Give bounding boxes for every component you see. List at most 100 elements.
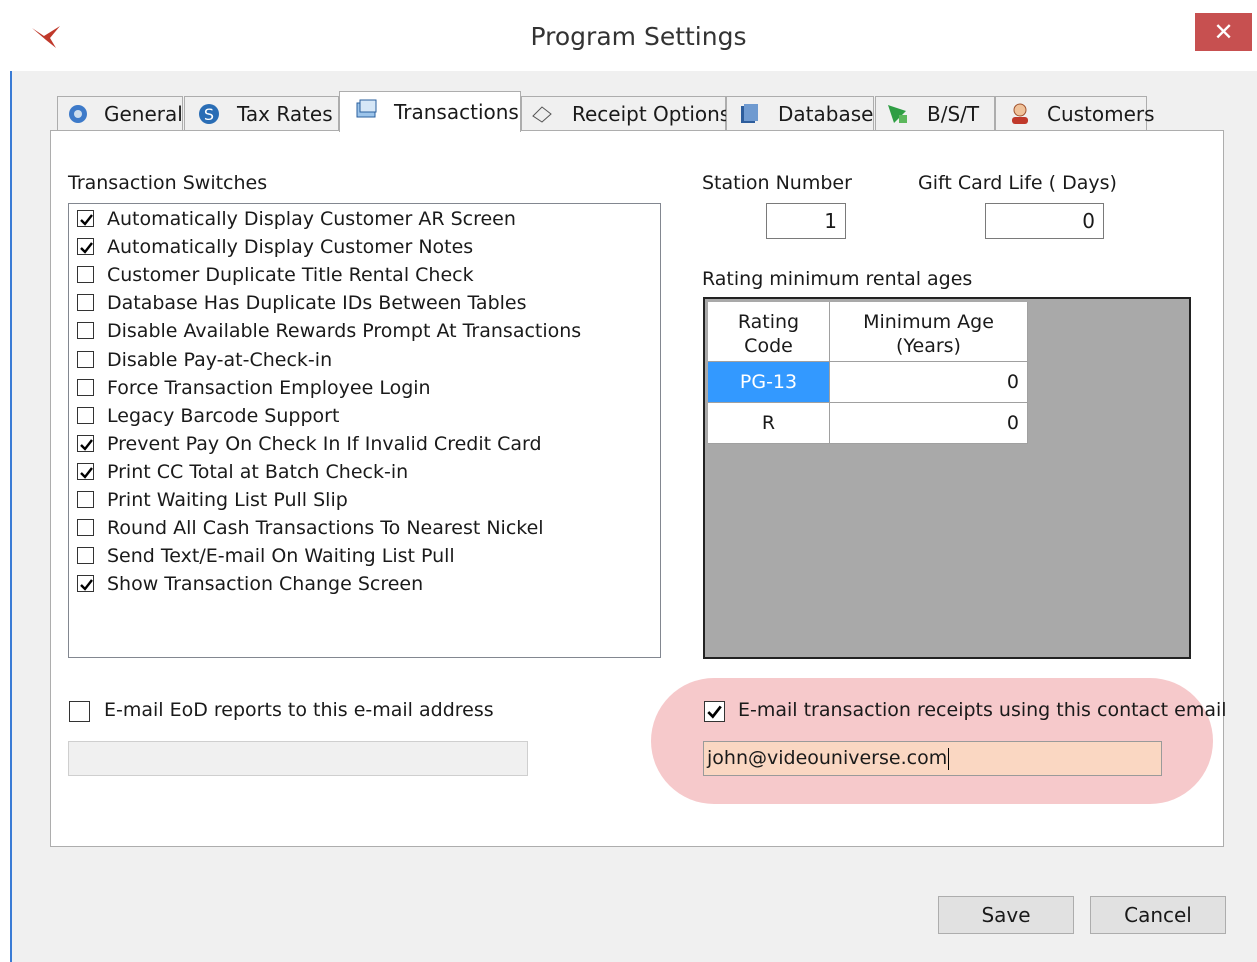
minimum-age-header-line1: Minimum Age (863, 311, 994, 333)
checkmark-icon (80, 439, 93, 451)
switch-label: Automatically Display Customer AR Screen (107, 208, 516, 230)
switch-item[interactable]: Print Waiting List Pull Slip (69, 486, 660, 514)
tab-transactions[interactable]: Transactions (339, 91, 521, 132)
rating-code-cell[interactable]: PG-13 (708, 362, 830, 403)
close-icon: ✕ (1213, 18, 1234, 46)
tab-customers[interactable]: Customers (995, 96, 1155, 130)
receipt-email-field[interactable]: john@videouniverse.com (703, 741, 1162, 776)
eod-email-label: E-mail EoD reports to this e-mail addres… (104, 699, 494, 721)
tab-receipt-options-label: Receipt Options (572, 102, 731, 126)
switch-label: Send Text/E-mail On Waiting List Pull (107, 545, 455, 568)
close-button[interactable]: ✕ (1195, 13, 1252, 51)
window-title: Program Settings (530, 22, 747, 51)
tab-bst-label: B/S/T (927, 102, 980, 126)
receipt-email-checkbox[interactable] (704, 701, 725, 722)
switch-label: Print CC Total at Batch Check-in (107, 460, 409, 483)
bst-icon (888, 105, 907, 123)
minimum-age-cell[interactable]: 0 (830, 362, 1028, 403)
checkmark-icon (80, 579, 93, 592)
rating-code-header[interactable]: Rating Code (708, 302, 830, 362)
switch-label: Disable Pay-at-Check-in (107, 348, 333, 371)
switch-checkbox[interactable] (77, 210, 94, 227)
switch-checkbox[interactable] (77, 462, 94, 480)
switch-checkbox[interactable] (77, 406, 94, 424)
switch-checkbox[interactable] (77, 519, 94, 537)
station-number-label: Station Number (702, 172, 852, 194)
receipt-icon (532, 106, 552, 123)
checkmark-icon (80, 242, 93, 254)
gift-card-life-label: Gift Card Life ( Days) (918, 172, 1117, 194)
save-button[interactable]: Save (938, 896, 1074, 934)
switch-checkbox[interactable] (77, 350, 94, 368)
switch-label: Prevent Pay On Check In If Invalid Credi… (107, 432, 542, 455)
switch-item[interactable]: Customer Duplicate Title Rental Check (69, 261, 660, 289)
checkmark-icon (80, 214, 93, 226)
gear-globe-icon (69, 105, 87, 123)
switch-item[interactable]: Print CC Total at Batch Check-in (69, 458, 660, 486)
switch-checkbox[interactable] (77, 491, 94, 508)
rating-code-header-line1: Rating (737, 311, 800, 333)
database-icon (741, 104, 758, 123)
switch-checkbox[interactable] (77, 378, 94, 396)
switch-checkbox[interactable] (77, 322, 94, 340)
tab-transactions-label: Transactions (394, 100, 519, 124)
tab-receipt-options[interactable]: Receipt Options (521, 96, 730, 130)
switch-item[interactable]: Legacy Barcode Support (69, 402, 660, 430)
switch-label: Force Transaction Employee Login (107, 376, 431, 399)
cancel-button[interactable]: Cancel (1090, 896, 1226, 934)
tab-database[interactable]: Database (726, 96, 874, 130)
checkmark-icon (707, 705, 722, 719)
switch-label: Round All Cash Transactions To Nearest N… (107, 517, 544, 540)
switch-checkbox[interactable] (77, 575, 94, 593)
switch-checkbox[interactable] (77, 294, 94, 312)
switch-label: Customer Duplicate Title Rental Check (107, 264, 474, 287)
gift-card-life-field[interactable]: 0 (985, 203, 1104, 239)
switch-item[interactable]: Disable Available Rewards Prompt At Tran… (69, 317, 660, 345)
switch-item[interactable]: Prevent Pay On Check In If Invalid Credi… (69, 430, 660, 458)
eod-email-checkbox[interactable] (69, 701, 90, 722)
tab-bst[interactable]: B/S/T (875, 96, 995, 130)
minimum-age-cell[interactable]: 0 (830, 403, 1028, 444)
station-number-field[interactable]: 1 (766, 203, 846, 239)
text-caret (948, 747, 950, 770)
tab-general[interactable]: General (57, 96, 183, 130)
switch-item[interactable]: Automatically Display Customer AR Screen (69, 205, 660, 233)
switches-list[interactable]: Automatically Display Customer AR Screen… (68, 203, 661, 658)
switch-item[interactable]: Force Transaction Employee Login (69, 374, 660, 402)
switch-item[interactable]: Send Text/E-mail On Waiting List Pull (69, 542, 660, 570)
switch-label: Show Transaction Change Screen (107, 573, 424, 596)
minimum-age-header[interactable]: Minimum Age (Years) (830, 302, 1028, 362)
receipt-email-value: john@videouniverse.com (707, 747, 948, 769)
customer-icon (1012, 103, 1028, 124)
switch-checkbox[interactable] (77, 547, 94, 565)
switch-label: Disable Available Rewards Prompt At Tran… (107, 320, 582, 343)
transactions-icon (356, 99, 377, 118)
svg-text:S: S (204, 105, 214, 124)
switches-heading: Transaction Switches (68, 172, 268, 194)
rating-code-header-line2: Code (744, 335, 793, 357)
rating-code-cell[interactable]: R (708, 403, 830, 444)
switch-item[interactable]: Round All Cash Transactions To Nearest N… (69, 514, 660, 542)
ratings-grid[interactable]: Rating Code Minimum Age (Years) PG-13 0 … (703, 297, 1191, 659)
switch-label: Database Has Duplicate IDs Between Table… (107, 292, 527, 315)
checkmark-icon (80, 467, 93, 479)
switch-checkbox[interactable] (77, 434, 94, 452)
minimum-age-header-line2: (Years) (896, 335, 961, 357)
tab-tax-rates-label: Tax Rates (237, 102, 333, 126)
switch-label: Automatically Display Customer Notes (107, 236, 474, 259)
switch-checkbox[interactable] (77, 266, 94, 284)
ratings-heading: Rating minimum rental ages (702, 268, 973, 290)
dollar-icon: S (199, 104, 219, 124)
switch-label: Legacy Barcode Support (107, 404, 340, 427)
switch-label: Print Waiting List Pull Slip (107, 489, 348, 511)
eod-email-field[interactable] (68, 741, 528, 776)
tab-tax-rates[interactable]: S Tax Rates (184, 96, 339, 130)
tab-database-label: Database (778, 102, 874, 126)
switch-item[interactable]: Database Has Duplicate IDs Between Table… (69, 289, 660, 317)
switch-item[interactable]: Show Transaction Change Screen (69, 570, 660, 598)
tab-customers-label: Customers (1047, 102, 1155, 126)
switch-checkbox[interactable] (77, 238, 94, 256)
switch-item[interactable]: Disable Pay-at-Check-in (69, 346, 660, 374)
switch-item[interactable]: Automatically Display Customer Notes (69, 233, 660, 261)
receipt-email-label: E-mail transaction receipts using this c… (738, 699, 1227, 721)
